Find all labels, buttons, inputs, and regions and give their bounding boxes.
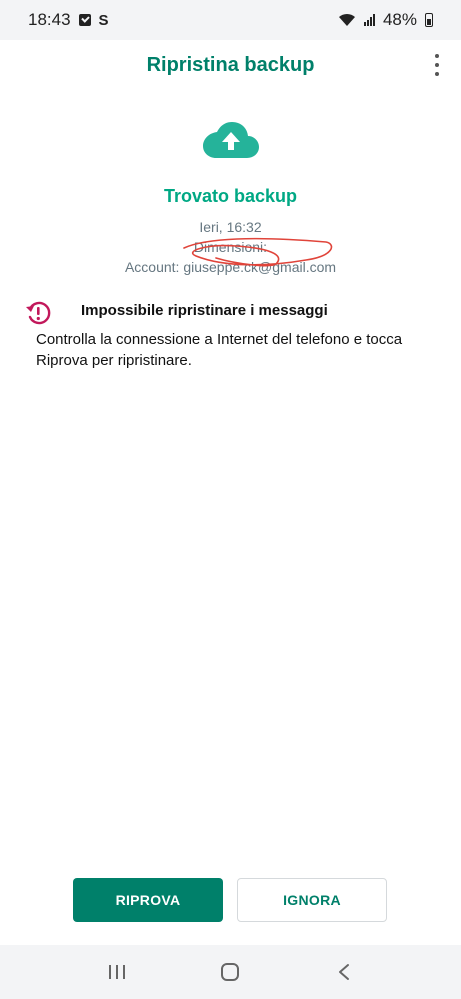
app-bar: Ripristina backup bbox=[0, 40, 461, 90]
signal-icon bbox=[363, 14, 375, 26]
battery-icon bbox=[425, 13, 433, 27]
error-message: Controlla la connessione a Internet del … bbox=[36, 331, 403, 369]
more-vert-icon[interactable] bbox=[433, 54, 441, 76]
s-notification-icon: S bbox=[98, 11, 109, 29]
home-icon bbox=[221, 963, 240, 981]
status-time: 18:43 bbox=[28, 10, 71, 29]
status-right: 48% bbox=[338, 10, 433, 30]
back-button[interactable] bbox=[324, 957, 364, 987]
recent-apps-button[interactable] bbox=[97, 957, 137, 987]
cloud-upload-icon bbox=[203, 122, 259, 158]
ignore-button[interactable]: IGNORA bbox=[237, 878, 387, 922]
backup-account: Account: giuseppe.ck@gmail.com bbox=[124, 259, 337, 275]
navigation-bar bbox=[0, 945, 461, 999]
restore-error-icon bbox=[26, 301, 51, 325]
recent-apps-icon bbox=[108, 965, 125, 979]
back-icon bbox=[339, 964, 350, 980]
status-bar: 18:43 S 48% bbox=[0, 0, 461, 40]
error-title: Impossibile ripristinare i messaggi bbox=[81, 302, 328, 319]
battery-percent: 48% bbox=[382, 10, 417, 29]
status-left: 18:43 S bbox=[28, 10, 109, 30]
backup-size: Dimensioni: bbox=[193, 239, 268, 255]
home-button[interactable] bbox=[210, 957, 250, 987]
backup-found-title: Trovato backup bbox=[163, 186, 298, 206]
backup-date: Ieri, 16:32 bbox=[199, 219, 262, 235]
wifi-icon bbox=[338, 13, 355, 26]
page-title: Ripristina backup bbox=[146, 53, 315, 76]
retry-button[interactable]: RIPROVA bbox=[73, 878, 223, 922]
checkbox-notification-icon bbox=[78, 14, 91, 26]
